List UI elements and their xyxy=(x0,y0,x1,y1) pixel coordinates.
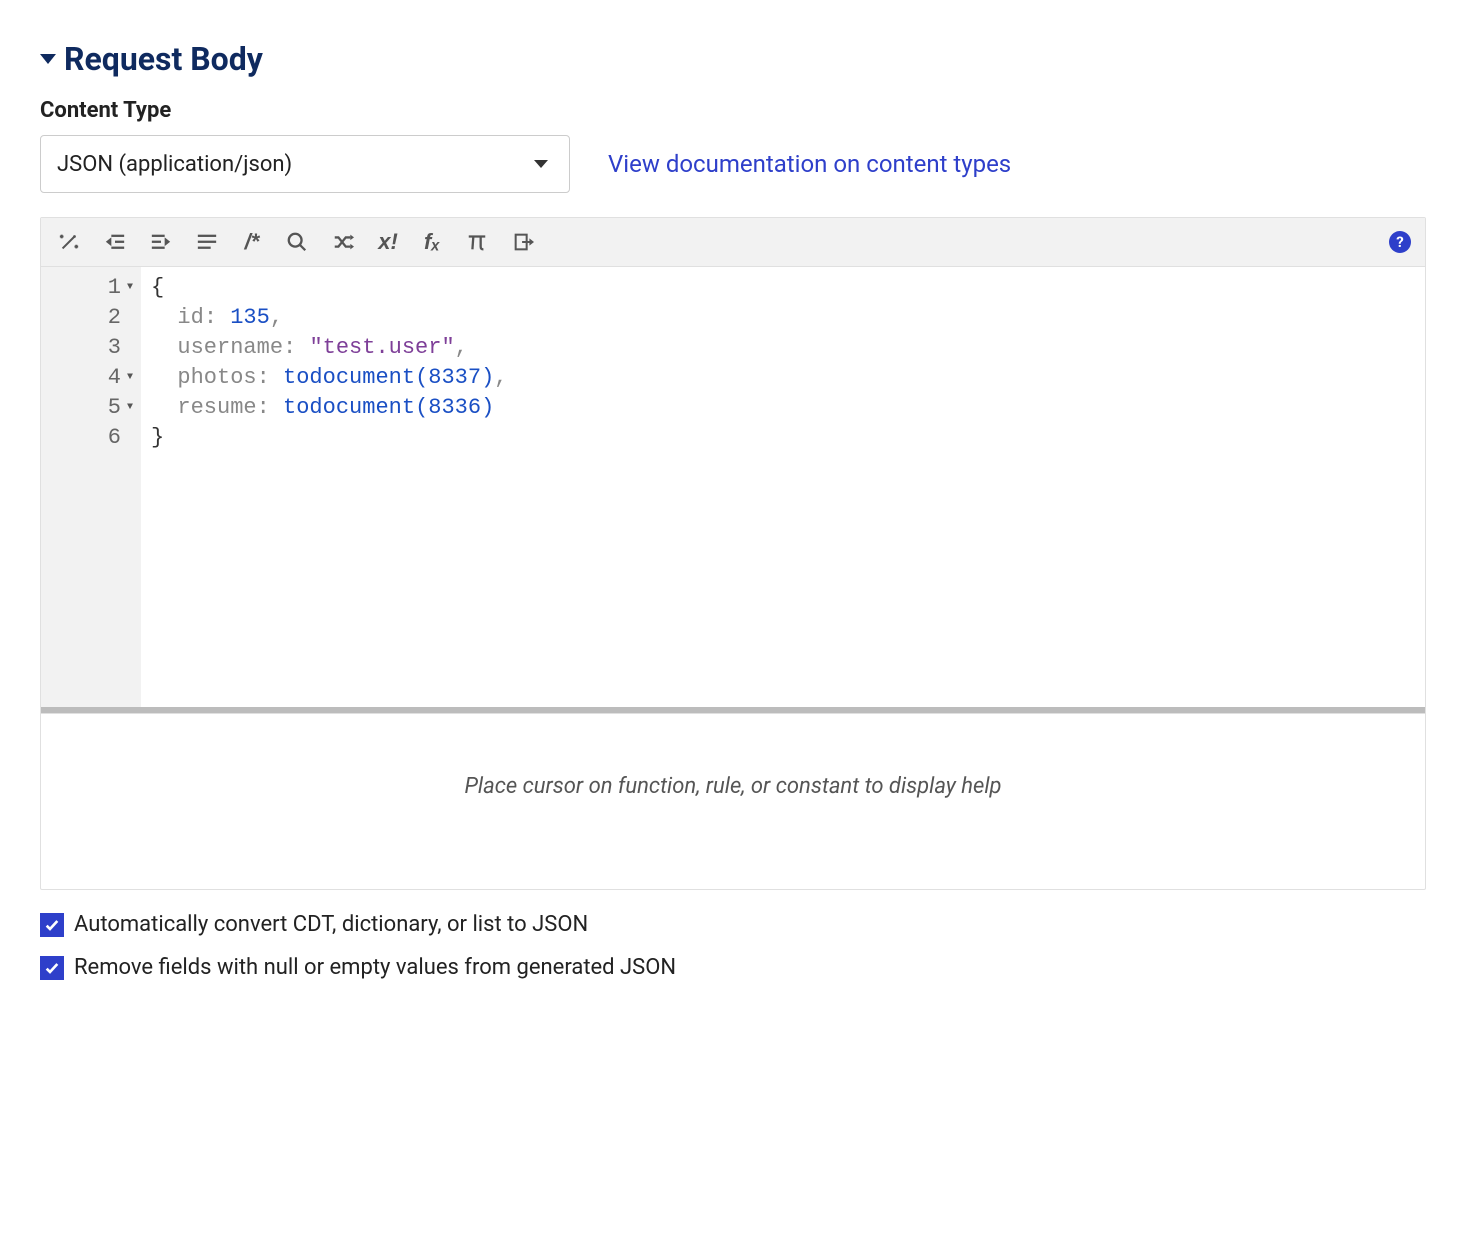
code-token: ( xyxy=(415,365,428,390)
code-token: , xyxy=(270,305,283,330)
content-type-row: JSON (application/json) View documentati… xyxy=(40,135,1426,193)
code-token: 8336 xyxy=(428,395,481,420)
remove-null-label: Remove fields with null or empty values … xyxy=(74,955,676,980)
magic-wand-icon[interactable] xyxy=(55,228,83,256)
code-token: "test.user" xyxy=(309,335,454,360)
fold-marker-icon[interactable]: ▼ xyxy=(127,393,133,423)
remove-null-row: Remove fields with null or empty values … xyxy=(40,955,1426,980)
code-token: id xyxy=(177,305,203,330)
auto-convert-label: Automatically convert CDT, dictionary, o… xyxy=(74,912,588,937)
help-icon[interactable]: ? xyxy=(1389,231,1411,253)
code-token: : xyxy=(204,305,217,330)
auto-convert-checkbox[interactable] xyxy=(40,913,64,937)
code-token: photos xyxy=(177,365,256,390)
content-types-doc-link[interactable]: View documentation on content types xyxy=(608,150,1011,178)
fold-marker-icon[interactable]: ▼ xyxy=(127,273,133,303)
line-number: 2 xyxy=(108,303,121,333)
x-excl-button[interactable]: x! xyxy=(375,229,401,255)
line-number: 4 xyxy=(108,363,121,393)
shuffle-icon[interactable] xyxy=(329,228,357,256)
search-icon[interactable] xyxy=(283,228,311,256)
outdent-icon[interactable] xyxy=(101,228,129,256)
editor-gutter: 1▼ 2▼ 3▼ 4▼ 5▼ 6▼ xyxy=(41,267,141,707)
code-token: 8337 xyxy=(428,365,481,390)
code-token: : xyxy=(283,335,296,360)
checkmark-icon xyxy=(44,917,60,933)
auto-convert-row: Automatically convert CDT, dictionary, o… xyxy=(40,912,1426,937)
code-token: : xyxy=(257,365,270,390)
code-token: todocument xyxy=(283,395,415,420)
checkmark-icon xyxy=(44,960,60,976)
remove-null-checkbox[interactable] xyxy=(40,956,64,980)
editor-container: /* x! fₓ xyxy=(40,217,1426,890)
code-token: { xyxy=(151,275,164,300)
code-token: 135 xyxy=(230,305,270,330)
section-header: Request Body xyxy=(40,40,1426,78)
section-title: Request Body xyxy=(64,40,263,78)
comment-toggle-button[interactable]: /* xyxy=(239,229,265,255)
fold-marker-icon[interactable]: ▼ xyxy=(127,363,133,393)
content-type-select-wrap: JSON (application/json) xyxy=(40,135,570,193)
code-token: todocument xyxy=(283,365,415,390)
indent-icon[interactable] xyxy=(147,228,175,256)
content-type-label: Content Type xyxy=(40,98,1426,123)
line-number: 1 xyxy=(108,273,121,303)
editor-toolbar: /* x! fₓ xyxy=(41,218,1425,267)
line-number: 3 xyxy=(108,333,121,363)
code-token: ) xyxy=(481,395,494,420)
content-type-selected-value: JSON (application/json) xyxy=(57,152,292,177)
code-token: , xyxy=(494,365,507,390)
align-icon[interactable] xyxy=(193,228,221,256)
code-token: ) xyxy=(481,365,494,390)
line-number: 6 xyxy=(108,423,121,453)
code-content[interactable]: { id: 135, username: "test.user", photos… xyxy=(141,267,1425,707)
pi-icon[interactable] xyxy=(463,228,491,256)
code-editor[interactable]: 1▼ 2▼ 3▼ 4▼ 5▼ 6▼ { id: 135, username: "… xyxy=(41,267,1425,707)
export-icon[interactable] xyxy=(509,228,537,256)
line-number: 5 xyxy=(108,393,121,423)
code-token: , xyxy=(455,335,468,360)
code-token: ( xyxy=(415,395,428,420)
fx-button[interactable]: fₓ xyxy=(419,229,445,255)
code-token: username xyxy=(177,335,283,360)
code-token: resume xyxy=(177,395,256,420)
code-token: } xyxy=(151,425,164,450)
code-token: : xyxy=(257,395,270,420)
help-hint-text: Place cursor on function, rule, or const… xyxy=(464,774,1001,799)
chevron-down-icon[interactable] xyxy=(40,54,56,64)
content-type-select[interactable]: JSON (application/json) xyxy=(40,135,570,193)
hint-area: Place cursor on function, rule, or const… xyxy=(41,713,1425,889)
